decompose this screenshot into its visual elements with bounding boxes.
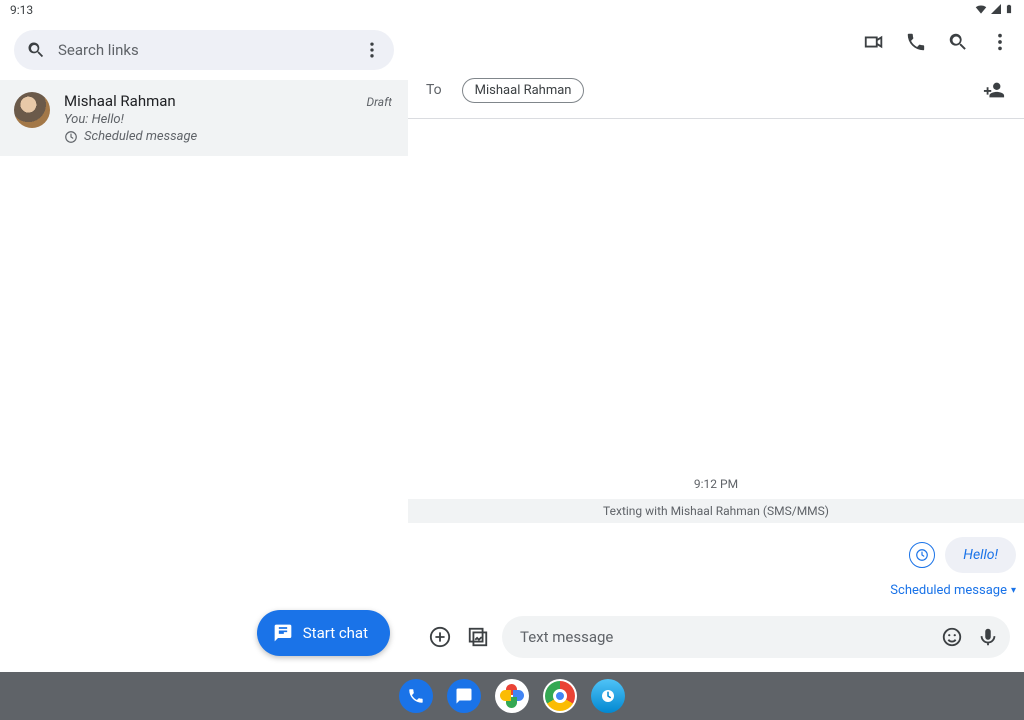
to-row: To Mishaal Rahman (408, 64, 1024, 119)
avatar (14, 92, 50, 128)
messages-app-icon[interactable] (447, 679, 481, 713)
search-bar[interactable]: Search links (14, 30, 394, 70)
chrome-app-icon[interactable] (543, 679, 577, 713)
scheduled-message-row: Hello! (408, 523, 1024, 577)
conversation-name: Mishaal Rahman (64, 92, 176, 110)
search-icon (26, 40, 46, 60)
attach-button[interactable] (426, 623, 454, 651)
status-time: 9:13 (10, 3, 33, 17)
conversation-pane: To Mishaal Rahman 9:12 PM Texting with M… (408, 20, 1024, 672)
clock-icon (64, 130, 78, 144)
chat-icon (273, 623, 293, 643)
search-placeholder: Search links (58, 41, 350, 59)
battery-icon (1004, 2, 1014, 19)
phone-app-icon[interactable] (399, 679, 433, 713)
message-thread[interactable]: 9:12 PM Texting with Mishaal Rahman (SMS… (408, 119, 1024, 616)
search-button[interactable] (940, 24, 976, 60)
mic-button[interactable] (974, 623, 1002, 651)
phone-call-button[interactable] (898, 24, 934, 60)
signal-icon (990, 3, 1002, 18)
fab-label: Start chat (303, 624, 368, 642)
to-label: To (426, 82, 442, 98)
photos-app-icon[interactable] (495, 679, 529, 713)
scheduled-text: Scheduled message (84, 129, 197, 144)
text-message-input[interactable]: Text message (502, 616, 1010, 658)
emoji-button[interactable] (938, 623, 966, 651)
recipient-chip[interactable]: Mishaal Rahman (462, 78, 585, 103)
info-banner: Texting with Mishaal Rahman (SMS/MMS) (408, 499, 1024, 523)
schedule-clock-icon[interactable] (909, 542, 935, 568)
thread-timestamp: 9:12 PM (408, 477, 1024, 491)
add-recipient-button[interactable] (976, 72, 1012, 108)
clock-app-icon[interactable] (591, 679, 625, 713)
status-indicators (974, 2, 1014, 19)
app-bar (408, 20, 1024, 64)
conversation-item[interactable]: Mishaal Rahman Draft You: Hello! Schedul… (0, 80, 408, 156)
wifi-icon (974, 2, 988, 19)
conversation-list-pane: Search links Mishaal Rahman Draft You: H… (0, 20, 408, 672)
draft-label: Draft (366, 95, 392, 109)
start-chat-button[interactable]: Start chat (257, 610, 390, 656)
compose-row: Text message (408, 616, 1024, 672)
scheduled-indicator: Scheduled message (64, 129, 392, 144)
video-call-button[interactable] (856, 24, 892, 60)
message-bubble[interactable]: Hello! (945, 537, 1016, 573)
compose-placeholder: Text message (520, 628, 930, 646)
more-vert-icon[interactable] (362, 40, 382, 60)
conversation-preview: You: Hello! (64, 112, 392, 127)
taskbar (0, 672, 1024, 720)
gallery-button[interactable] (464, 623, 492, 651)
status-bar: 9:13 (0, 0, 1024, 20)
scheduled-message-link[interactable]: Scheduled message (890, 583, 1016, 598)
more-options-button[interactable] (982, 24, 1018, 60)
